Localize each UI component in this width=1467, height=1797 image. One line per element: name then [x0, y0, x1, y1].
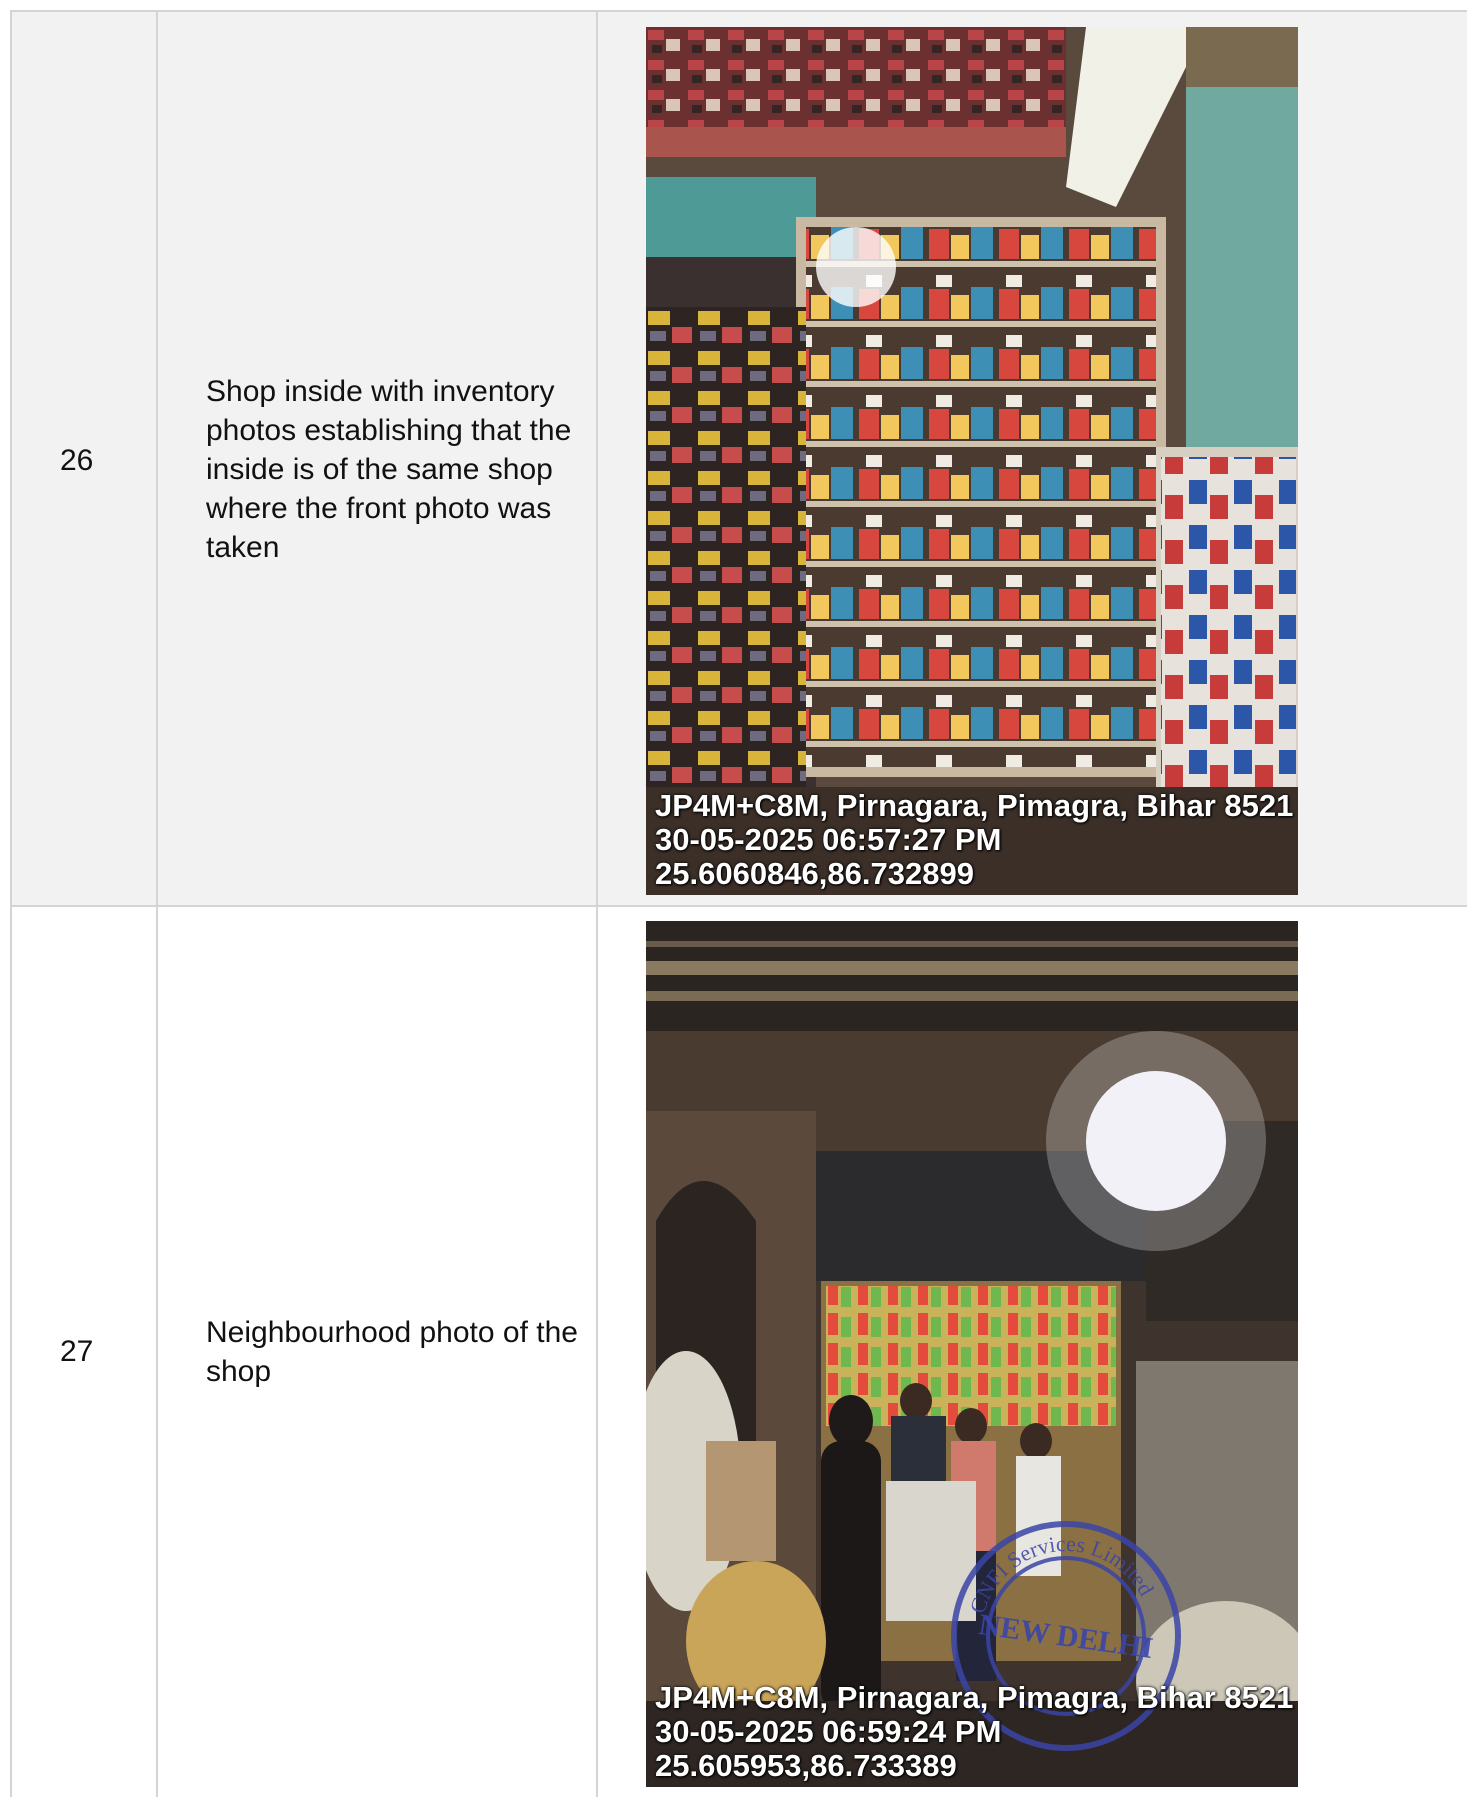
geotag-coordinates: 25.6060846,86.732899	[655, 856, 974, 891]
geotag-address: JP4M+C8M, Pirnagara, Pimagra, Bihar 8521	[655, 1680, 1294, 1715]
shop-interior-photo: JP4M+C8M, Pirnagara, Pimagra, Bihar 8521…	[646, 27, 1298, 895]
report-table: 26 Shop inside with inventory photos est…	[10, 10, 1467, 1797]
table-row: 27 Neighbourhood photo of the shop NEW D…	[12, 907, 1467, 1797]
geotag-datetime: 30-05-2025 06:59:24 PM	[655, 1714, 1002, 1749]
serial-number: 26	[60, 444, 94, 477]
table-row: 26 Shop inside with inventory photos est…	[12, 12, 1467, 907]
photo-cell: NEW DELHI CNFI Services Limited JP4M+C8M…	[598, 907, 1467, 1797]
serial-number-cell: 26	[12, 12, 158, 905]
geotag-address: JP4M+C8M, Pirnagara, Pimagra, Bihar 8521	[655, 788, 1294, 823]
description-text: Shop inside with inventory photos establ…	[206, 375, 572, 564]
geotag-datetime: 30-05-2025 06:57:27 PM	[655, 822, 1002, 857]
geotag-overlay: JP4M+C8M, Pirnagara, Pimagra, Bihar 8521…	[655, 789, 1293, 891]
photo-cell: JP4M+C8M, Pirnagara, Pimagra, Bihar 8521…	[598, 12, 1467, 905]
svg-text:NEW DELHI: NEW DELHI	[977, 1608, 1155, 1665]
description-cell: Neighbourhood photo of the shop	[158, 907, 598, 1797]
serial-number: 27	[60, 1335, 94, 1368]
shop-neighbourhood-photo: NEW DELHI CNFI Services Limited JP4M+C8M…	[646, 921, 1298, 1787]
description-text: Neighbourhood photo of the shop	[206, 1316, 578, 1388]
geotag-overlay: JP4M+C8M, Pirnagara, Pimagra, Bihar 8521…	[655, 1681, 1293, 1783]
shop-interior-illustration	[646, 27, 1298, 895]
description-cell: Shop inside with inventory photos establ…	[158, 12, 598, 905]
serial-number-cell: 27	[12, 907, 158, 1797]
geotag-coordinates: 25.605953,86.733389	[655, 1748, 957, 1783]
